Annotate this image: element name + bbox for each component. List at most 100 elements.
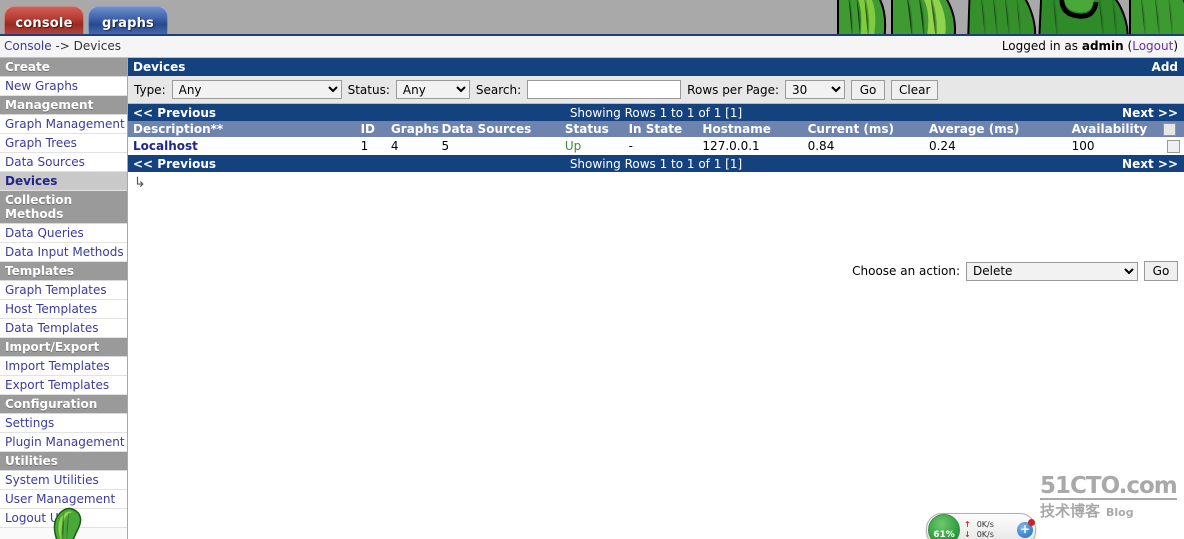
sidebar-item-data-input-methods[interactable]: Data Input Methods [0, 243, 127, 262]
sidebar: Create New Graphs Management Graph Manag… [0, 58, 128, 539]
sub-arrow-icon: ↳ [134, 175, 146, 191]
action-go-button[interactable]: Go [1144, 261, 1178, 281]
row-checkbox[interactable] [1166, 140, 1180, 153]
upload-rate: 0K/s [976, 520, 994, 529]
rows-per-page-select[interactable]: 30 [785, 80, 846, 99]
cell-data-sources: 5 [436, 137, 560, 155]
column-header-current-ms[interactable]: Current (ms) [802, 121, 924, 137]
page-title: Devices [133, 59, 186, 74]
cell-graphs: 4 [385, 137, 437, 155]
expand-plus-icon[interactable]: + [1017, 519, 1035, 538]
sidebar-header-utilities: Utilities [0, 452, 127, 471]
breadcrumb-link-console[interactable]: Console [4, 39, 52, 53]
system-monitor-widget[interactable]: 61% ↑ 0K/s ↓ 0K/s + [926, 513, 1036, 539]
sidebar-item-devices[interactable]: Devices [0, 172, 127, 191]
column-header-hostname[interactable]: Hostname [697, 121, 803, 137]
column-header-data-sources[interactable]: Data Sources [436, 121, 560, 137]
panel-title-bar: Devices Add [128, 58, 1184, 76]
showing-rows-top: Showing Rows 1 to 1 of 1 [1] [569, 105, 743, 120]
search-input[interactable] [527, 80, 682, 99]
column-header-availability[interactable]: Availability [1066, 121, 1158, 137]
choose-action-label: Choose an action: [852, 264, 960, 278]
column-header-status[interactable]: Status [559, 121, 624, 137]
showing-rows-bottom: Showing Rows 1 to 1 of 1 [1] [569, 156, 743, 171]
table-header-row: Description** ID Graphs Data Sources Sta… [128, 121, 1184, 137]
download-arrow-icon: ↓ [964, 530, 971, 539]
device-link-localhost[interactable]: Localhost [133, 139, 198, 153]
cacti-banner-image [830, 0, 1184, 34]
tab-graphs[interactable]: graphs [88, 6, 168, 34]
sidebar-item-graph-templates[interactable]: Graph Templates [0, 281, 127, 300]
cell-current-ms: 0.84 [802, 137, 924, 155]
cell-hostname: 127.0.0.1 [697, 137, 803, 155]
cell-description: Localhost [128, 137, 356, 155]
network-rates: ↑ 0K/s ↓ 0K/s [960, 520, 1017, 539]
column-header-select-all[interactable] [1157, 121, 1184, 137]
sidebar-header-configuration: Configuration [0, 395, 127, 414]
column-header-id[interactable]: ID [355, 121, 386, 137]
sidebar-header-collection-methods: Collection Methods [0, 191, 127, 224]
cell-in-state: - [623, 137, 698, 155]
previous-link-top[interactable]: << Previous [133, 105, 216, 121]
go-button[interactable]: Go [851, 79, 886, 100]
sidebar-item-graph-management[interactable]: Graph Management [0, 115, 127, 134]
login-close-paren: ) [1173, 39, 1178, 53]
status-select[interactable]: Any [395, 80, 470, 99]
action-select[interactable]: Delete [966, 261, 1138, 281]
status-label: Status: [347, 82, 390, 97]
rows-per-page-label: Rows per Page: [687, 82, 780, 97]
sidebar-header-management: Management [0, 96, 127, 115]
cpu-usage-dial: 61% [928, 514, 960, 539]
clear-button[interactable]: Clear [891, 79, 939, 100]
select-all-checkbox[interactable] [1162, 123, 1176, 136]
table-row[interactable]: Localhost 1 4 5 Up - 127.0.0.1 0.84 0.24… [128, 137, 1184, 155]
watermark: 51CTO.com 技术博客 Blog [1040, 474, 1178, 521]
sidebar-item-host-templates[interactable]: Host Templates [0, 300, 127, 319]
login-prefix: Logged in as [1001, 39, 1082, 53]
search-label: Search: [475, 82, 522, 97]
sidebar-item-data-queries[interactable]: Data Queries [0, 224, 127, 243]
breadcrumb: Console -> Devices [4, 39, 121, 53]
choose-action-row: Choose an action: Delete Go [852, 261, 1178, 281]
type-select[interactable]: Any [171, 80, 342, 99]
login-open-paren: ( [1123, 39, 1133, 53]
watermark-line2: 技术博客 Blog [1040, 500, 1166, 521]
sidebar-item-graph-trees[interactable]: Graph Trees [0, 134, 127, 153]
watermark-blog: Blog [1106, 506, 1134, 519]
previous-link-bottom[interactable]: << Previous [133, 156, 216, 172]
sidebar-header-templates: Templates [0, 262, 127, 281]
next-link-top[interactable]: Next >> [1122, 105, 1178, 121]
login-username: admin [1081, 39, 1124, 53]
sidebar-header-import-export: Import/Export [0, 338, 127, 357]
cactus-footer-icon [44, 499, 84, 539]
status-badge: Up [559, 137, 624, 155]
next-link-bottom[interactable]: Next >> [1122, 156, 1178, 172]
logout-link[interactable]: Logout [1132, 39, 1173, 53]
breadcrumb-separator: -> [51, 39, 74, 53]
sidebar-item-import-templates[interactable]: Import Templates [0, 357, 127, 376]
cell-id: 1 [355, 137, 386, 155]
sidebar-item-data-sources[interactable]: Data Sources [0, 153, 127, 172]
column-header-description[interactable]: Description** [128, 121, 356, 137]
type-label: Type: [134, 82, 166, 97]
sidebar-item-system-utilities[interactable]: System Utilities [0, 471, 127, 490]
watermark-subtitle: 技术博客 [1040, 502, 1101, 520]
sidebar-item-data-templates[interactable]: Data Templates [0, 319, 127, 338]
cell-availability: 100 [1066, 137, 1158, 155]
column-header-graphs[interactable]: Graphs [385, 121, 439, 137]
cell-row-select[interactable] [1157, 137, 1184, 155]
download-rate: 0K/s [976, 530, 994, 539]
sidebar-item-export-templates[interactable]: Export Templates [0, 376, 127, 395]
column-header-in-state[interactable]: In State [623, 121, 698, 137]
add-device-link[interactable]: Add [1152, 59, 1178, 76]
login-status: Logged in as admin (Logout) [1002, 39, 1178, 53]
sidebar-item-plugin-management[interactable]: Plugin Management [0, 433, 127, 452]
sidebar-item-settings[interactable]: Settings [0, 414, 127, 433]
top-tab-bar: console graphs [0, 0, 1184, 36]
main-content: Devices Add Type: Any Status: Any Search… [128, 58, 1184, 539]
column-header-average-ms[interactable]: Average (ms) [923, 121, 1067, 137]
tab-console[interactable]: console [4, 6, 84, 34]
sidebar-item-new-graphs[interactable]: New Graphs [0, 77, 127, 96]
pagination-bar-top: << Previous Showing Rows 1 to 1 of 1 [1]… [128, 104, 1184, 121]
pagination-bar-bottom: << Previous Showing Rows 1 to 1 of 1 [1]… [128, 155, 1184, 172]
